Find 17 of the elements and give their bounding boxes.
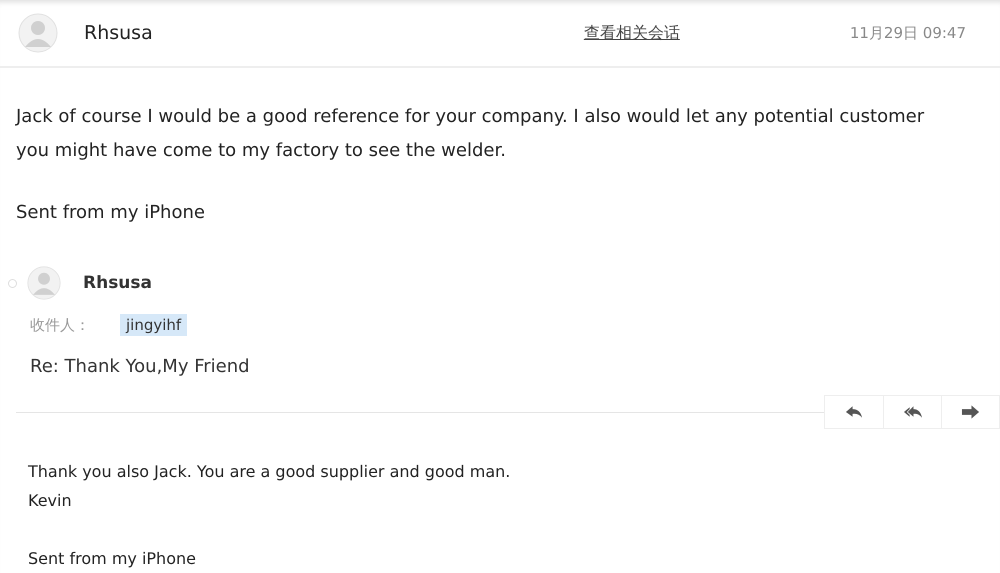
- message-text: Thank you also Jack. You are a good supplier and good man. Kevin: [28, 461, 512, 512]
- timestamp: 11月29日 09:47: [850, 24, 966, 42]
- sender-name: Rhsusa: [84, 22, 154, 44]
- forward-icon: [960, 404, 980, 420]
- message-subject: Re: Thank You,My Friend: [30, 356, 251, 377]
- expand-dot[interactable]: [8, 278, 17, 288]
- avatar-icon: [18, 13, 58, 53]
- reply-icon: [844, 404, 864, 420]
- reply-all-icon: [902, 404, 922, 420]
- related-conversation-link[interactable]: 查看相关会话: [584, 22, 680, 44]
- message-text: Jack of course I would be a good reference for your company. I also would let any potential customer you might have come to my factory to see the welder.: [16, 105, 926, 163]
- message-text: Sent from my iPhone: [28, 548, 197, 570]
- sender-name: Rhsusa: [83, 273, 152, 293]
- recipient-chip[interactable]: jingyihf: [120, 314, 188, 336]
- avatar-icon: [27, 266, 61, 300]
- recipient-label: 收件人：: [30, 316, 91, 334]
- message-text: Sent from my iPhone: [16, 201, 206, 225]
